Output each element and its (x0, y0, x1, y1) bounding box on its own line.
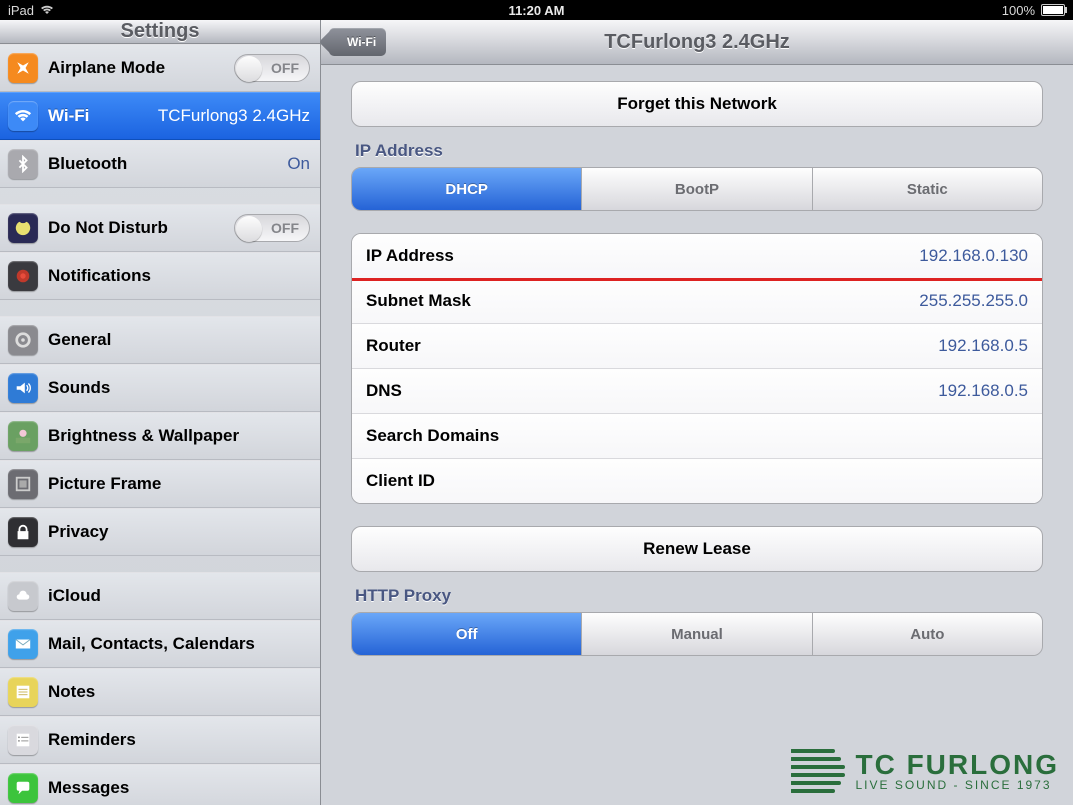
ip-row-value: 255.255.255.0 (471, 291, 1028, 311)
back-label: Wi-Fi (347, 35, 376, 49)
sidebar-item-general[interactable]: General (0, 316, 320, 364)
notifications-icon (8, 261, 38, 291)
ip-tab-static[interactable]: Static (812, 168, 1042, 210)
ip-row-subnet-mask[interactable]: Subnet Mask255.255.255.0 (352, 278, 1042, 323)
sidebar-item-icloud[interactable]: iCloud (0, 572, 320, 620)
ip-row-key: Client ID (366, 471, 435, 491)
sidebar-item-label: Do Not Disturb (48, 218, 168, 238)
renew-lease-button[interactable]: Renew Lease (351, 526, 1043, 572)
ip-row-dns[interactable]: DNS192.168.0.5 (352, 368, 1042, 413)
sidebar-item-airplane[interactable]: Airplane Mode OFF (0, 44, 320, 92)
sounds-icon (8, 373, 38, 403)
detail-pane: Wi-Fi TCFurlong3 2.4GHz Forget this Netw… (321, 20, 1073, 805)
sidebar-item-label: General (48, 330, 111, 350)
settings-sidebar: Settings Airplane Mode OFF Wi-Fi TCFurlong3… (0, 20, 321, 805)
forget-network-button[interactable]: Forget this Network (351, 81, 1043, 127)
sidebar-item-brightness[interactable]: Brightness & Wallpaper (0, 412, 320, 460)
ip-tab-bootp[interactable]: BootP (581, 168, 811, 210)
toggle-label: OFF (271, 60, 299, 76)
wifi-icon (8, 101, 38, 131)
ip-row-router[interactable]: Router192.168.0.5 (352, 323, 1042, 368)
sidebar-item-pictureframe[interactable]: Picture Frame (0, 460, 320, 508)
toggle-label: OFF (271, 220, 299, 236)
battery-icon (1041, 4, 1065, 16)
watermark: TC FURLONG LIVE SOUND - SINCE 1973 (791, 747, 1059, 795)
watermark-tagline: LIVE SOUND - SINCE 1973 (855, 779, 1059, 791)
sidebar-item-value: TCFurlong3 2.4GHz (158, 106, 310, 126)
sidebar-item-label: Wi-Fi (48, 106, 89, 126)
sidebar-item-bluetooth[interactable]: Bluetooth On (0, 140, 320, 188)
sidebar-item-label: Notes (48, 682, 95, 702)
wifi-icon (40, 3, 54, 18)
ip-row-value: 192.168.0.130 (454, 246, 1028, 266)
sidebar-item-notes[interactable]: Notes (0, 668, 320, 716)
sidebar-item-label: Messages (48, 778, 129, 798)
airplane-toggle[interactable]: OFF (234, 54, 310, 82)
sidebar-item-label: Bluetooth (48, 154, 127, 174)
privacy-icon (8, 517, 38, 547)
clock: 11:20 AM (509, 3, 565, 18)
ip-row-key: IP Address (366, 246, 454, 266)
sidebar-item-value: On (287, 154, 310, 174)
sidebar-item-label: Brightness & Wallpaper (48, 426, 239, 446)
sidebar-item-label: Notifications (48, 266, 151, 286)
dnd-icon (8, 213, 38, 243)
ip-row-key: Subnet Mask (366, 291, 471, 311)
dnd-toggle[interactable]: OFF (234, 214, 310, 242)
sidebar-item-reminders[interactable]: Reminders (0, 716, 320, 764)
ip-row-key: Router (366, 336, 421, 356)
proxy-tab-auto[interactable]: Auto (812, 613, 1042, 655)
device-label: iPad (8, 3, 34, 18)
ip-row-search-domains[interactable]: Search Domains (352, 413, 1042, 458)
ip-section-label: IP Address (355, 141, 1043, 161)
sidebar-item-label: Mail, Contacts, Calendars (48, 634, 255, 654)
sidebar-item-messages[interactable]: Messages (0, 764, 320, 805)
notes-icon (8, 677, 38, 707)
sidebar-item-label: Airplane Mode (48, 58, 165, 78)
sidebar-item-label: iCloud (48, 586, 101, 606)
sidebar-item-mail[interactable]: Mail, Contacts, Calendars (0, 620, 320, 668)
detail-title: TCFurlong3 2.4GHz (604, 31, 790, 54)
ip-table: IP Address192.168.0.130Subnet Mask255.25… (351, 233, 1043, 504)
sidebar-item-label: Reminders (48, 730, 136, 750)
status-bar: iPad 11:20 AM 100% (0, 0, 1073, 20)
sidebar-item-sounds[interactable]: Sounds (0, 364, 320, 412)
back-button[interactable]: Wi-Fi (329, 28, 386, 56)
proxy-mode-segmented: OffManualAuto (351, 612, 1043, 656)
reminders-icon (8, 725, 38, 755)
icloud-icon (8, 581, 38, 611)
ip-tab-dhcp[interactable]: DHCP (352, 168, 581, 210)
watermark-name: TC FURLONG (855, 751, 1059, 779)
watermark-logo-icon (791, 747, 845, 795)
bluetooth-icon (8, 149, 38, 179)
sidebar-item-dnd[interactable]: Do Not Disturb OFF (0, 204, 320, 252)
proxy-tab-manual[interactable]: Manual (581, 613, 811, 655)
proxy-section-label: HTTP Proxy (355, 586, 1043, 606)
mail-icon (8, 629, 38, 659)
sidebar-item-privacy[interactable]: Privacy (0, 508, 320, 556)
ip-row-key: Search Domains (366, 426, 499, 446)
ip-row-key: DNS (366, 381, 402, 401)
messages-icon (8, 773, 38, 803)
sidebar-title: Settings (0, 20, 320, 44)
sidebar-item-label: Sounds (48, 378, 110, 398)
sidebar-item-notifications[interactable]: Notifications (0, 252, 320, 300)
ip-row-ip-address[interactable]: IP Address192.168.0.130 (352, 234, 1042, 278)
proxy-tab-off[interactable]: Off (352, 613, 581, 655)
sidebar-item-label: Privacy (48, 522, 109, 542)
renew-lease-label: Renew Lease (643, 539, 751, 559)
battery-pct: 100% (1002, 3, 1035, 18)
forget-network-label: Forget this Network (617, 94, 777, 114)
airplane-icon (8, 53, 38, 83)
ip-mode-segmented: DHCPBootPStatic (351, 167, 1043, 211)
pictureframe-icon (8, 469, 38, 499)
general-icon (8, 325, 38, 355)
sidebar-item-label: Picture Frame (48, 474, 161, 494)
ip-row-value: 192.168.0.5 (421, 336, 1028, 356)
detail-header: Wi-Fi TCFurlong3 2.4GHz (321, 20, 1073, 65)
ip-row-value: 192.168.0.5 (402, 381, 1028, 401)
brightness-icon (8, 421, 38, 451)
sidebar-item-wifi[interactable]: Wi-Fi TCFurlong3 2.4GHz (0, 92, 320, 140)
ip-row-client-id[interactable]: Client ID (352, 458, 1042, 503)
